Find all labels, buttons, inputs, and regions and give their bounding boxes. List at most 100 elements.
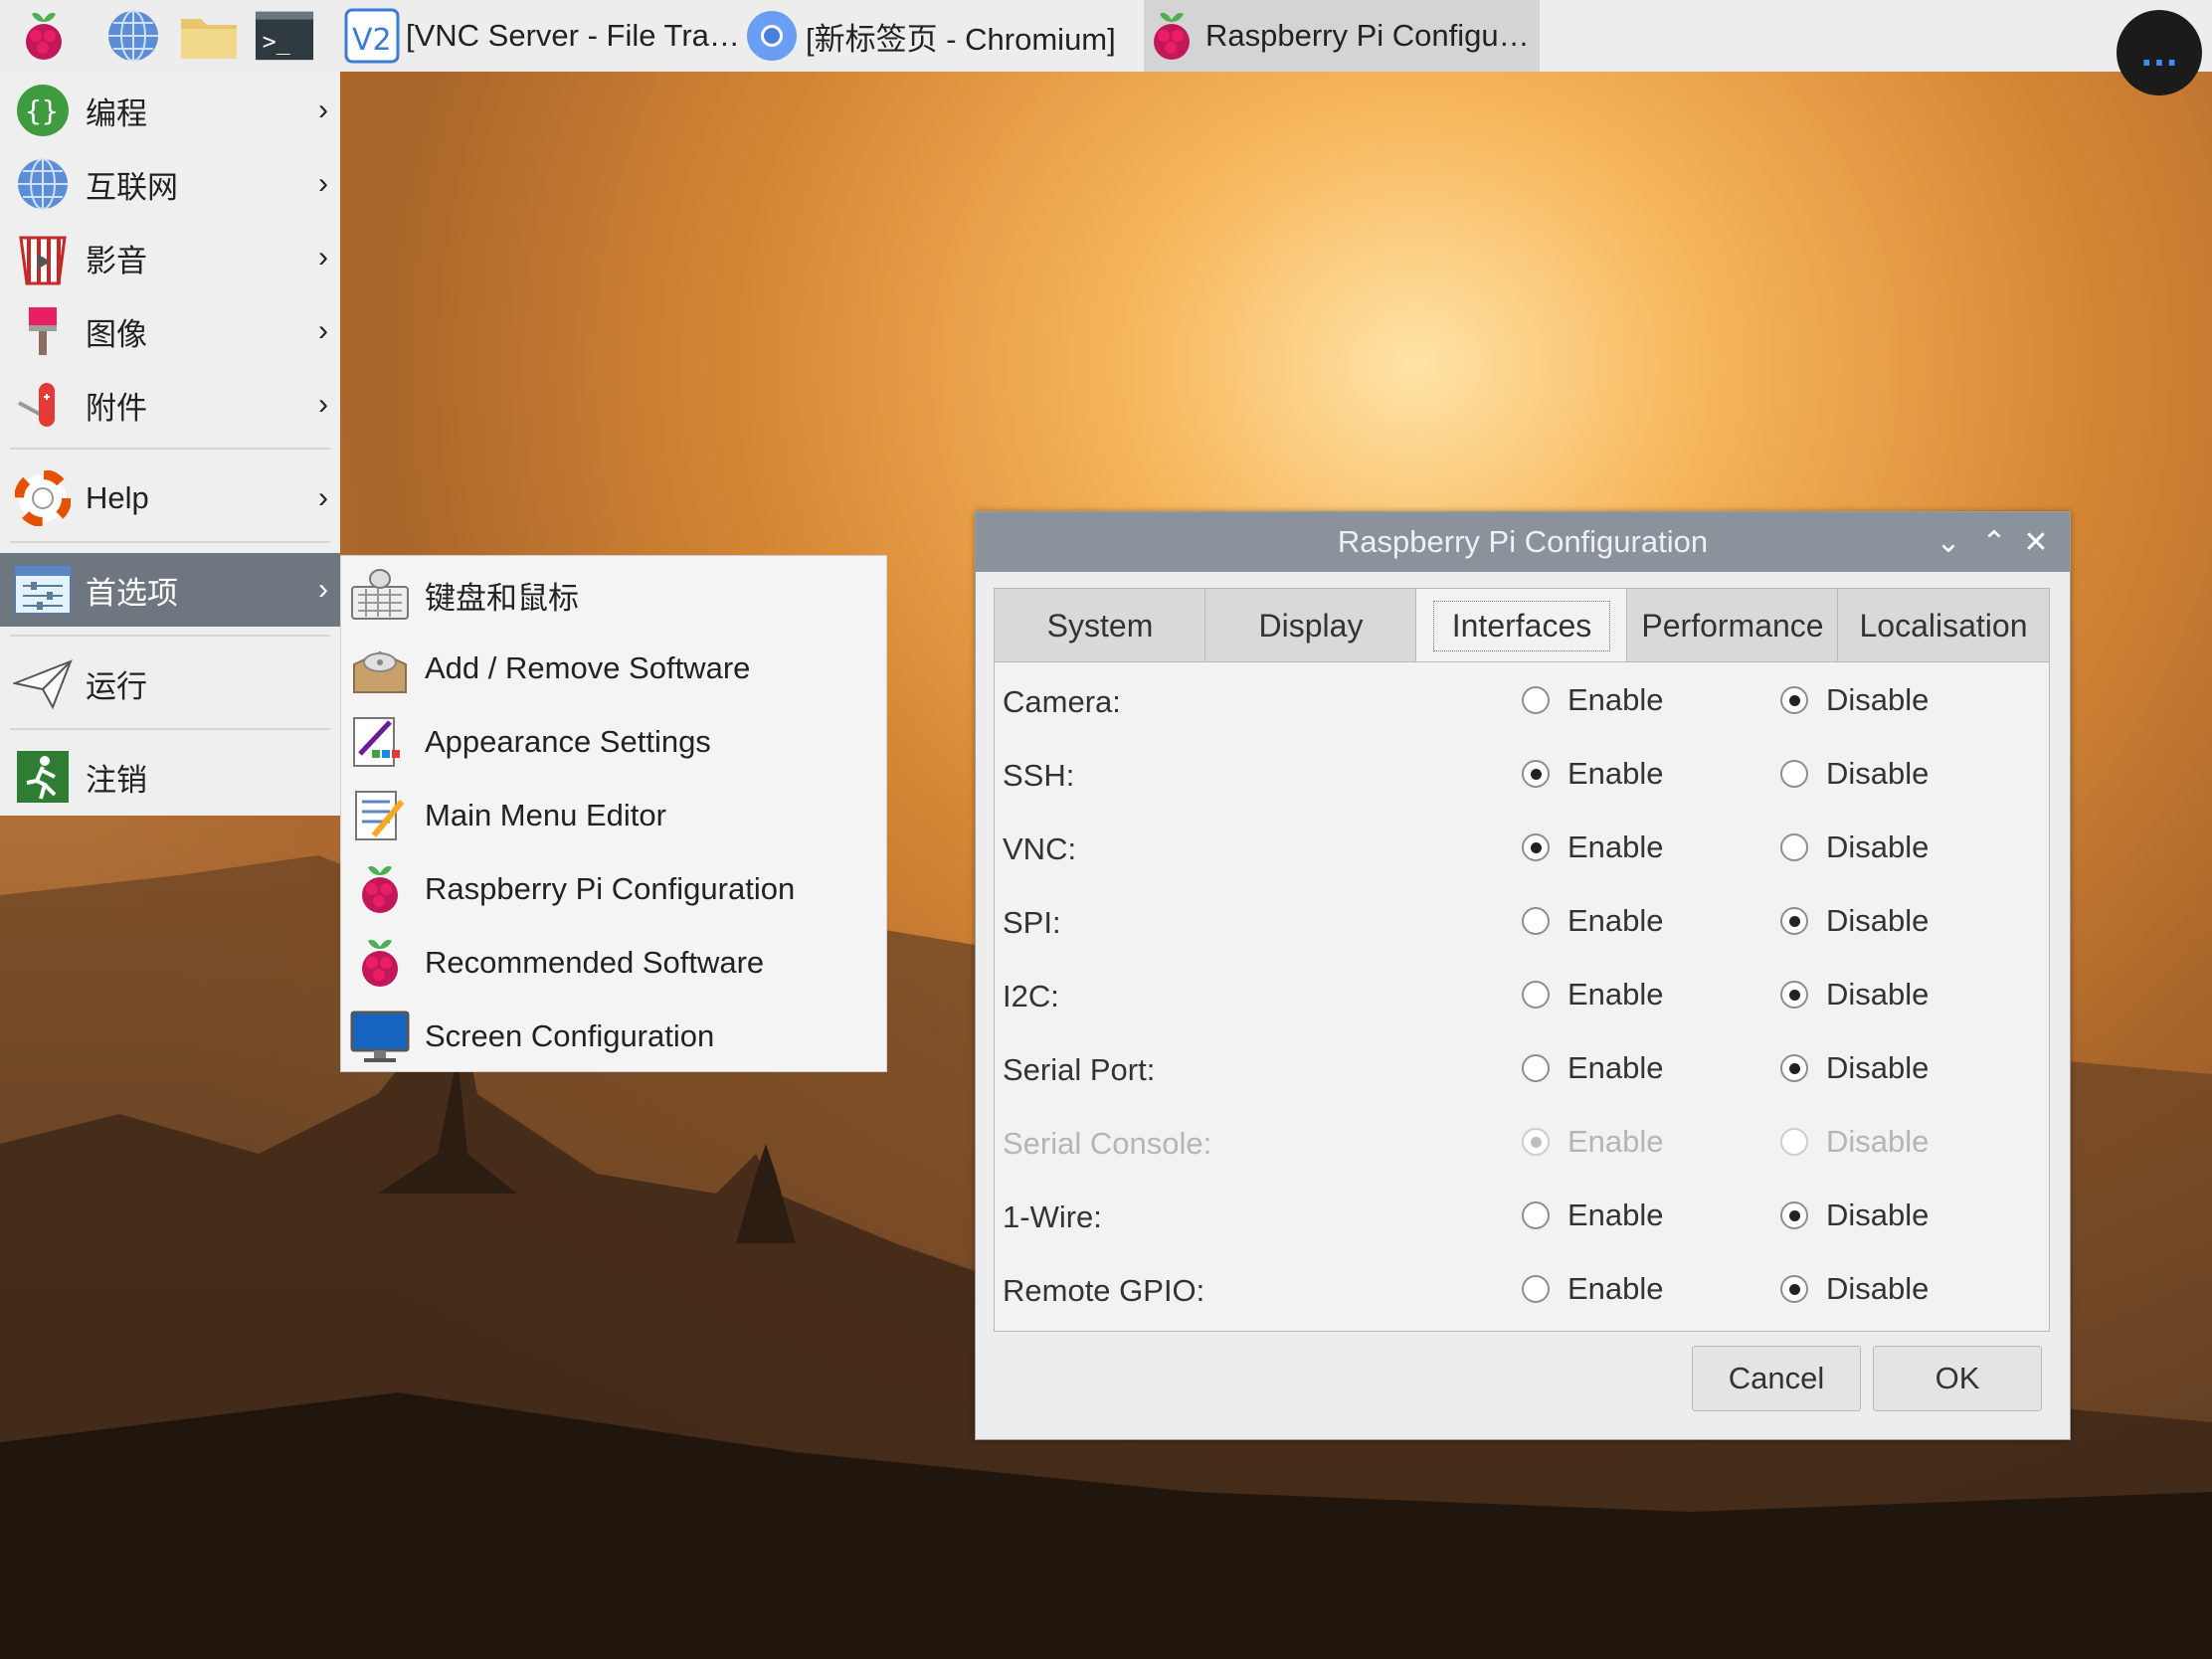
submenu-item-label: Raspberry Pi Configuration [425,871,796,906]
chevron-right-icon: › [318,573,328,606]
chevron-right-icon: › [318,241,328,274]
radio-button[interactable] [1522,1054,1550,1082]
submenu-item-add-remove-software[interactable]: Add / Remove Software [341,632,886,705]
enable-radio[interactable]: Enable [1522,830,1664,865]
menu-separator [10,541,330,543]
submenu-item-appearance-settings[interactable]: Appearance Settings [341,705,886,779]
enable-radio[interactable]: Enable [1522,1050,1664,1086]
maximize-button[interactable]: ⌃ [1976,524,2012,560]
radio-button[interactable] [1522,981,1550,1009]
enable-radio[interactable]: Enable [1522,977,1664,1013]
menu-item-preferences[interactable]: 首选项 › [0,553,340,627]
submenu-item-screen-configuration[interactable]: Screen Configuration [341,1000,886,1073]
radio-button[interactable] [1780,1275,1808,1303]
tab-display[interactable]: Display [1204,588,1417,663]
enable-radio[interactable]: Enable [1522,682,1664,718]
keyboard-mouse-icon [349,564,411,626]
menu-item-label: 附件 [86,390,147,426]
radio-button[interactable] [1780,760,1808,788]
enable-radio[interactable]: Enable [1522,1198,1664,1233]
submenu-item-recommended-software[interactable]: Recommended Software [341,926,886,1000]
menu-item-sound-video[interactable]: 影音 › [0,221,340,294]
web-browser-icon[interactable] [103,6,163,66]
radio-button [1780,1128,1808,1156]
tab-bar: System Display Interfaces Performance Lo… [994,588,2050,663]
disable-radio[interactable]: Disable [1780,830,1929,865]
radio-button[interactable] [1522,1201,1550,1229]
enable-radio[interactable]: Enable [1522,903,1664,939]
menu-editor-icon [349,785,411,846]
radio-button[interactable] [1522,907,1550,935]
radio-button[interactable] [1522,760,1550,788]
ok-button[interactable]: OK [1873,1346,2042,1411]
enable-radio[interactable]: Enable [1522,1271,1664,1307]
raspberry-icon [1144,8,1199,64]
disable-radio[interactable]: Disable [1780,1198,1929,1233]
chevron-right-icon: › [318,314,328,347]
disable-radio[interactable]: Disable [1780,756,1929,792]
task-vnc-file-transfer[interactable]: V2 [VNC Server - File Tra… [344,0,738,72]
submenu-item-raspberry-pi-configuration[interactable]: Raspberry Pi Configuration [341,852,886,926]
submenu-item-keyboard-mouse[interactable]: 键盘和鼠标 [341,558,886,632]
graphics-icon [12,300,74,362]
radio-button[interactable] [1780,1054,1808,1082]
menu-item-programming[interactable]: {} 编程 › [0,74,340,147]
radio-label: Enable [1567,1050,1664,1085]
raspberry-menu-icon[interactable] [14,6,74,66]
tab-localisation[interactable]: Localisation [1837,588,2050,663]
menu-item-accessories[interactable]: 附件 › [0,368,340,442]
interface-row: Serial Port: Enable Disable [995,1034,2049,1108]
programming-icon: {} [12,80,74,141]
svg-text:{}: {} [25,94,59,127]
sound-video-icon [12,227,74,288]
menu-item-label: 注销 [86,762,147,798]
main-menu: {} 编程 › 互联网 › 影音 › 图像 › 附件 › Help › 首选项 … [0,72,340,816]
disable-radio[interactable]: Disable [1780,1050,1929,1086]
svg-text:>_: >_ [263,29,290,56]
disable-radio[interactable]: Disable [1780,977,1929,1013]
task-raspberry-pi-configuration[interactable]: Raspberry Pi Configu… [1144,0,1540,72]
disable-radio[interactable]: Disable [1780,682,1929,718]
menu-item-graphics[interactable]: 图像 › [0,294,340,368]
disable-radio[interactable]: Disable [1780,903,1929,939]
raspberry-pi-configuration-dialog: Raspberry Pi Configuration ⌄ ⌃ ✕ System … [975,511,2071,1440]
task-label: Raspberry Pi Configu… [1205,18,1530,53]
radio-button[interactable] [1522,686,1550,714]
enable-radio: Enable [1522,1124,1664,1160]
tab-system[interactable]: System [994,588,1206,663]
radio-label: Enable [1567,1271,1664,1306]
minimize-button[interactable]: ⌄ [1931,524,1966,560]
menu-item-internet[interactable]: 互联网 › [0,147,340,221]
overflow-menu-button[interactable]: … [2117,10,2202,95]
submenu-item-main-menu-editor[interactable]: Main Menu Editor [341,779,886,852]
tab-interfaces[interactable]: Interfaces [1415,588,1628,663]
logout-icon [12,746,74,808]
radio-button[interactable] [1522,833,1550,861]
add-remove-software-icon [349,638,411,699]
menu-item-logout[interactable]: 注销 [0,740,340,814]
raspberry-icon [349,932,411,994]
close-button[interactable]: ✕ [2018,524,2054,560]
radio-button[interactable] [1780,981,1808,1009]
disable-radio[interactable]: Disable [1780,1271,1929,1307]
task-chromium[interactable]: [新标签页 - Chromium] [744,0,1138,72]
radio-button[interactable] [1780,1201,1808,1229]
tab-performance[interactable]: Performance [1626,588,1839,663]
internet-icon [12,153,74,215]
menu-item-help[interactable]: Help › [0,461,340,535]
enable-radio[interactable]: Enable [1522,756,1664,792]
radio-button[interactable] [1780,833,1808,861]
radio-label: Disable [1826,1271,1930,1306]
radio-button[interactable] [1522,1275,1550,1303]
dialog-titlebar[interactable]: Raspberry Pi Configuration [976,512,2070,572]
radio-button[interactable] [1780,907,1808,935]
terminal-icon[interactable]: >_ [255,6,314,66]
submenu-item-label: Main Menu Editor [425,798,666,832]
cancel-button[interactable]: Cancel [1692,1346,1861,1411]
radio-label: Disable [1826,830,1930,864]
file-manager-icon[interactable] [179,6,239,66]
submenu-item-label: Add / Remove Software [425,650,751,685]
preferences-icon [12,559,74,621]
radio-button[interactable] [1780,686,1808,714]
menu-item-run[interactable]: 运行 [0,646,340,720]
